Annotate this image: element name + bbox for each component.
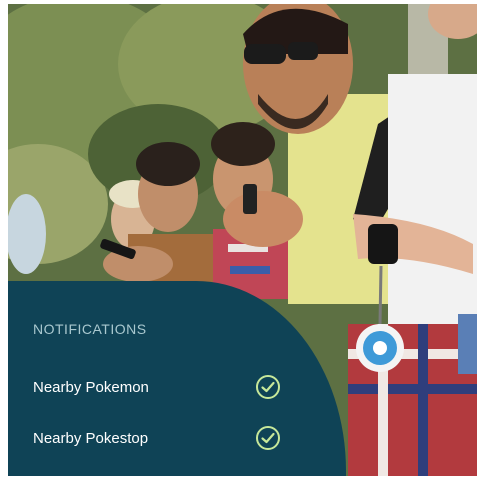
check-circle-icon (256, 426, 280, 450)
notification-label: Nearby Pokestop (33, 430, 149, 447)
promo-card: NOTIFICATIONS Nearby Pokemon Nearby Poke… (8, 4, 477, 476)
notification-label: Nearby Pokemon (33, 379, 149, 396)
notification-item-nearby-pokemon: Nearby Pokemon (33, 374, 283, 402)
notification-item-nearby-pokestop: Nearby Pokestop (33, 425, 283, 453)
check-circle-icon (256, 375, 280, 399)
notifications-heading: NOTIFICATIONS (33, 321, 147, 337)
